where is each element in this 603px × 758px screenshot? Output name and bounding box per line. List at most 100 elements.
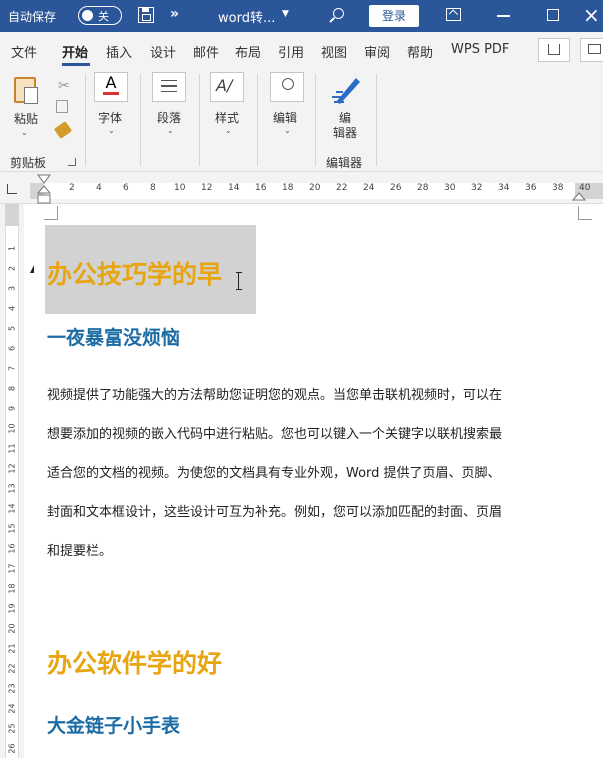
dialog-launcher-icon[interactable] [68,158,76,166]
chevron-down-icon[interactable]: ▼ [282,9,289,19]
vertical-ruler-number: 24 [7,703,17,714]
heading-2[interactable]: 一夜暴富没烦恼 [47,323,180,350]
ruler-number: 2 [69,183,75,193]
comments-button[interactable] [580,38,603,62]
autosave-label: 自动保存 [8,10,57,24]
ruler-number: 32 [471,183,483,193]
copy-icon[interactable] [56,100,68,113]
indent-marker-icon[interactable] [37,174,51,204]
right-indent-marker-icon[interactable] [572,192,586,204]
ruler-number: 22 [336,183,348,193]
vertical-ruler-number: 16 [7,543,17,554]
vertical-ruler-number: 11 [7,443,17,454]
divider [85,74,86,166]
vertical-ruler-number: 19 [7,603,17,614]
heading-1[interactable]: 办公技巧学的早 [47,255,222,291]
divider [376,74,377,166]
minimize-icon[interactable] [497,15,510,17]
tab-5[interactable]: 布局 [235,42,261,61]
autosave-toggle[interactable]: 关 [78,6,122,25]
tab-selector-icon[interactable] [7,184,17,194]
tab-6[interactable]: 引用 [278,42,304,61]
chevron-down-icon[interactable]: ⌄ [108,126,115,135]
font-button-label[interactable]: 字体 [98,109,122,126]
editor-group-label: 编辑器 [326,156,363,170]
tab-9[interactable]: 帮助 [407,42,433,61]
vertical-ruler-number: 12 [7,463,17,474]
text-cursor-icon [236,272,244,290]
tab-3[interactable]: 设计 [150,42,176,61]
editor-button-label[interactable]: 编 辑器 [333,111,357,141]
ruler-number: 12 [201,183,213,193]
search-icon[interactable] [333,8,344,19]
page-corner-mark [578,206,592,220]
ruler-number: 26 [390,183,402,193]
vertical-ruler-number: 26 [7,743,17,754]
close-icon[interactable]: × [583,2,600,28]
ruler-number: 28 [417,183,429,193]
vertical-ruler-number: 23 [7,683,17,694]
paragraph-icon-line [161,85,177,87]
paragraph-icon [161,80,177,92]
heading-2[interactable]: 大金链子小手表 [47,711,180,738]
chevron-down-icon[interactable]: ⌄ [21,128,28,137]
horizontal-ruler: 2 4 6 8 10 12 14 16 18 20 22 24 26 28 30 32 34 36 38 40 [0,172,603,204]
styles-icon: A∕ [216,76,233,95]
vertical-ruler-number: 14 [7,503,17,514]
vertical-ruler-number: 22 [7,663,17,674]
body-text-line[interactable]: 和提要栏。 [47,540,112,559]
vertical-ruler-number: 8 [7,385,17,392]
vertical-ruler-number: 6 [7,345,17,352]
ruler-number: 14 [228,183,240,193]
ruler-number: 10 [174,183,186,193]
tab-7[interactable]: 视图 [321,42,347,61]
paste-icon[interactable] [14,77,38,104]
vertical-ruler-top-margin [5,204,19,226]
document-title[interactable]: word转... [218,7,275,26]
vertical-ruler-number: 13 [7,483,17,494]
collapse-heading-icon[interactable] [30,265,34,273]
vertical-ruler-number: 2 [7,265,17,272]
heading-1[interactable]: 办公软件学的好 [47,644,222,680]
chevron-down-icon[interactable]: ⌄ [284,126,291,135]
divider [257,74,258,166]
tab-1[interactable]: 开始 [62,42,88,61]
body-text-line[interactable]: 想要添加的视频的嵌入代码中进行粘贴。您也可以键入一个关键字以联机搜索最 [47,423,502,442]
editor-icon[interactable] [330,72,364,106]
body-text-line[interactable]: 封面和文本框设计，这些设计可互为补充。例如，您可以添加匹配的封面、页眉 [47,501,502,520]
paragraph-button-label[interactable]: 段落 [157,109,181,126]
body-text-line[interactable]: 适合您的文档的视频。为使您的文档具有专业外观，Word 提供了页眉、页脚、 [47,462,501,481]
ruler-number: 18 [282,183,294,193]
tab-2[interactable]: 插入 [106,42,132,61]
tab-0[interactable]: 文件 [11,42,37,61]
body-text-line[interactable]: 视频提供了功能强大的方法帮助您证明您的观点。当您单击联机视频时，可以在 [47,384,502,403]
vertical-ruler-number: 18 [7,583,17,594]
tab-8[interactable]: 审阅 [364,42,390,61]
page-corner-mark [44,206,58,220]
save-icon[interactable] [138,7,154,23]
editing-button-label[interactable]: 编辑 [273,109,297,126]
ribbon: 粘贴 ⌄ ✂ 剪贴板 A 字体 ⌄ 段落 ⌄ A∕ 样式 ⌄ 编辑 ⌄ 编 辑器… [0,68,603,172]
paste-button-label[interactable]: 粘贴 [14,110,38,127]
comment-icon [588,44,601,54]
vertical-ruler-number: 4 [7,305,17,312]
toggle-knob [82,10,93,21]
ribbon-display-options-icon[interactable] [446,8,461,21]
cut-icon[interactable]: ✂ [58,78,70,94]
styles-button-label[interactable]: 样式 [215,109,239,126]
divider [199,74,200,166]
more-commands-icon[interactable]: » [170,6,179,22]
chevron-down-icon[interactable]: ⌄ [225,126,232,135]
format-painter-icon[interactable] [53,121,73,139]
tab-4[interactable]: 邮件 [193,42,219,61]
login-button[interactable]: 登录 [369,5,419,27]
tab-10[interactable]: WPS PDF [451,42,509,57]
share-button[interactable] [538,38,570,62]
vertical-ruler-number: 10 [7,423,17,434]
ruler-number: 4 [96,183,102,193]
chevron-down-icon[interactable]: ⌄ [167,126,174,135]
vertical-ruler-number: 17 [7,563,17,574]
ruler-number: 36 [525,183,537,193]
ruler-number: 20 [309,183,321,193]
maximize-icon[interactable] [547,9,559,21]
